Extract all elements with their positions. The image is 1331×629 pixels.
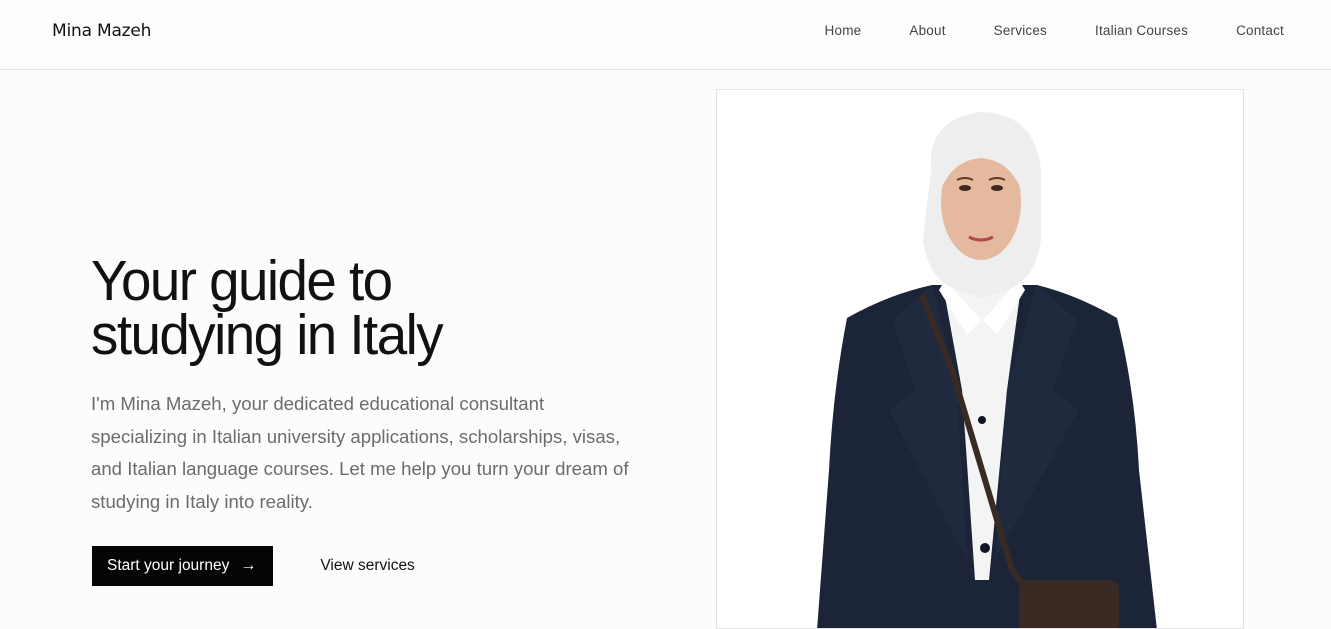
hero-intro: I'm Mina Mazeh, your dedicated education… xyxy=(91,393,629,512)
nav-home[interactable]: Home xyxy=(825,23,862,38)
nav-services[interactable]: Services xyxy=(994,23,1047,38)
hero-actions: Start your journey → View services xyxy=(92,546,415,586)
main-nav: Home About Services Italian Courses Cont… xyxy=(777,23,1284,38)
start-journey-label: Start your journey xyxy=(107,557,230,574)
start-journey-button[interactable]: Start your journey → xyxy=(92,546,274,586)
hero-section: Your guide to studying in Italy I'm Mina… xyxy=(91,249,651,518)
headline-line-1: Your guide to xyxy=(91,249,393,313)
nav-about[interactable]: About xyxy=(909,23,945,38)
headline-line-2: studying in Italy xyxy=(91,303,444,367)
site-brand[interactable]: Mina Mazeh xyxy=(52,21,151,41)
site-header: Mina Mazeh Home About Services Italian C… xyxy=(0,0,1331,70)
portrait-image xyxy=(716,89,1244,629)
nav-contact[interactable]: Contact xyxy=(1236,23,1284,38)
portrait-illustration xyxy=(717,90,1243,628)
hero-headline: Your guide to studying in Italy xyxy=(91,249,629,367)
nav-italian-courses[interactable]: Italian Courses xyxy=(1095,23,1188,38)
view-services-button[interactable]: View services xyxy=(320,557,414,575)
arrow-right-icon: → xyxy=(240,557,257,574)
